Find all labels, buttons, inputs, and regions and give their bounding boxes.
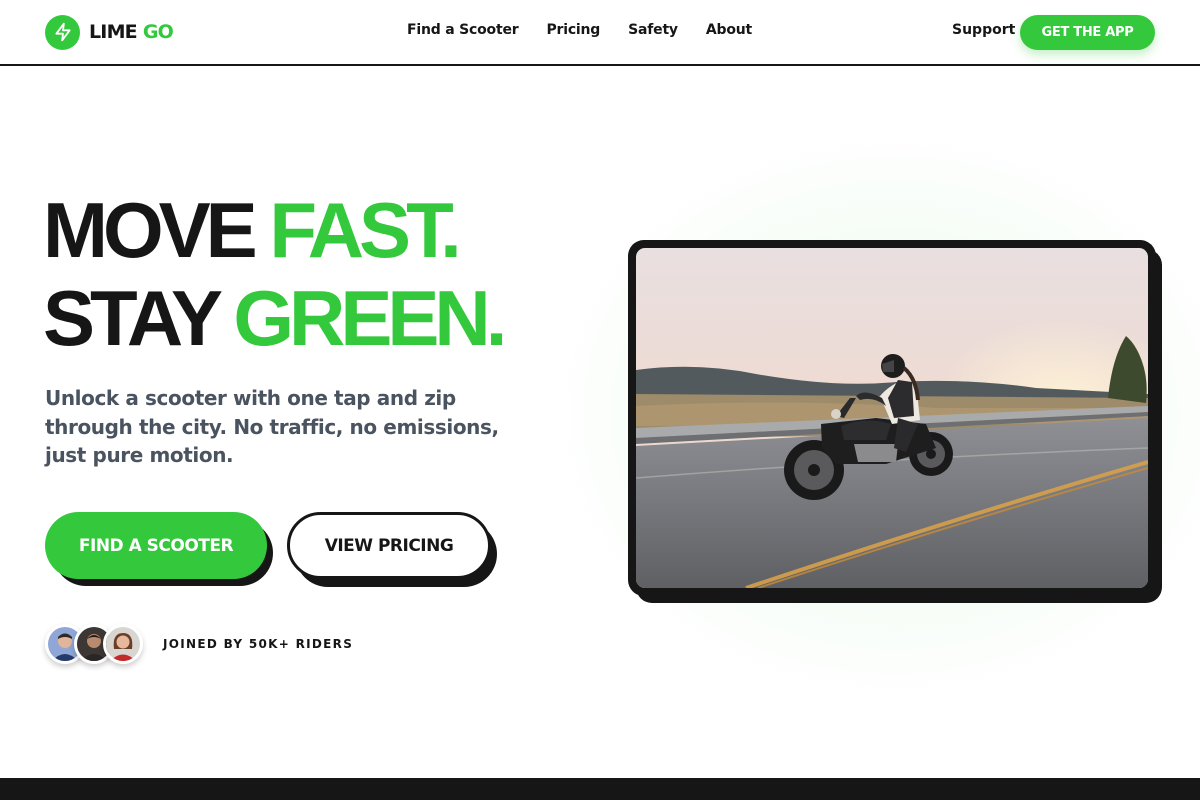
hero-subtitle: Unlock a scooter with one tap and zip th… [45, 386, 499, 467]
footer-strip [0, 778, 1200, 800]
hero-headline: MOVE FAST. STAY GREEN. [43, 186, 507, 362]
nav-links: Find a Scooter Pricing Safety About [407, 22, 752, 38]
top-navigation: LIME GO Find a Scooter Pricing Safety Abo… [0, 0, 1200, 66]
lightning-bolt-icon [45, 14, 80, 50]
hero-image-card [628, 240, 1156, 596]
nav-link-about[interactable]: About [706, 22, 752, 38]
headline-fast: FAST. [269, 186, 461, 274]
headline-line-2: STAY GREEN. [43, 274, 507, 362]
brand-name-part2: GO [142, 21, 174, 43]
brand-name-part1: LIME [89, 21, 138, 43]
view-pricing-button[interactable]: VIEW PRICING [287, 512, 491, 579]
nav-link-safety[interactable]: Safety [628, 22, 678, 38]
find-scooter-button[interactable]: FIND A SCOOTER [45, 512, 267, 579]
rider-avatar [103, 624, 143, 664]
headline-line-1: MOVE FAST. [43, 186, 502, 274]
nav-link-support[interactable]: Support [952, 22, 1015, 38]
riders-count-label: JOINED BY 50K+ RIDERS [163, 637, 354, 651]
headline-green: GREEN. [233, 274, 507, 362]
brand-logo[interactable]: LIME GO [45, 14, 174, 50]
headline-stay: STAY [43, 274, 222, 362]
find-scooter-button-wrap: FIND A SCOOTER [45, 512, 275, 588]
brand-name: LIME GO [89, 21, 174, 43]
social-proof: JOINED BY 50K+ RIDERS [45, 622, 353, 666]
headline-move: MOVE [43, 186, 258, 274]
nav-link-find-scooter[interactable]: Find a Scooter [407, 22, 519, 38]
nav-link-pricing[interactable]: Pricing [546, 22, 600, 38]
view-pricing-button-wrap: VIEW PRICING [287, 512, 499, 590]
motorcycle-rider-photo [636, 248, 1148, 588]
get-app-button[interactable]: GET THE APP [1020, 15, 1155, 50]
